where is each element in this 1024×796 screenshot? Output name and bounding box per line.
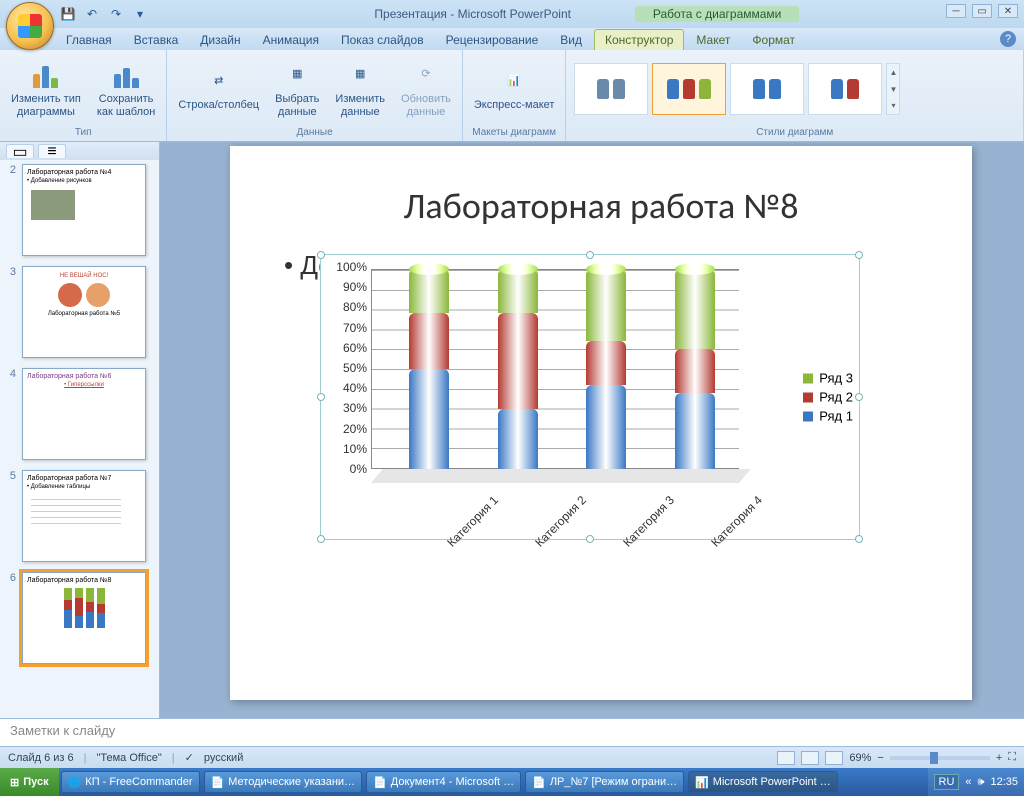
help-icon[interactable]: ? [1000, 31, 1016, 47]
chart-legend: Ряд 3Ряд 2Ряд 1 [803, 367, 853, 428]
task-word3[interactable]: 📄 ЛР_№7 [Режим ограни… [525, 771, 684, 793]
tray-clock[interactable]: 12:35 [990, 776, 1018, 788]
chart-style-2[interactable] [652, 63, 726, 115]
zoom-out-icon[interactable]: − [877, 752, 883, 764]
statusbar: Слайд 6 из 6 | "Тема Office" | ✓ русский… [0, 746, 1024, 768]
window-title: Презентация - Microsoft PowerPoint [374, 7, 571, 21]
save-icon[interactable]: 💾 [60, 6, 76, 22]
tab-chart-layout[interactable]: Макет [686, 30, 740, 50]
gallery-more-button[interactable]: ▲▼▾ [886, 63, 900, 115]
tab-chart-designer[interactable]: Конструктор [594, 29, 684, 50]
tab-review[interactable]: Рецензирование [436, 30, 549, 50]
thumbs-tab-slides[interactable]: ▭ [6, 144, 34, 158]
undo-icon[interactable]: ↶ [84, 6, 100, 22]
tab-view[interactable]: Вид [550, 30, 592, 50]
express-layout-button[interactable]: 📊 Экспресс-макет [467, 62, 562, 115]
task-word1[interactable]: 📄 Методические указани… [204, 771, 363, 793]
windows-icon: ⊞ [10, 776, 19, 789]
thumbs-tab-outline[interactable]: ≡ [38, 144, 66, 158]
tab-insert[interactable]: Вставка [124, 30, 189, 50]
tab-chart-format[interactable]: Формат [742, 30, 805, 50]
refresh-icon: ⟳ [410, 59, 442, 91]
chart-styles-gallery: ▲▼▾ [570, 59, 904, 119]
zoom-level[interactable]: 69% [849, 752, 871, 764]
thumbnail-4[interactable]: Лабораторная работа №6 • Гиперссылки [22, 368, 146, 460]
work-area: ▭ ≡ 2 Лабораторная работа №4• Добавление… [0, 142, 1024, 718]
minimize-button[interactable]: ─ [946, 4, 966, 18]
thumbnails-pane: ▭ ≡ 2 Лабораторная работа №4• Добавление… [0, 142, 160, 718]
fit-window-icon[interactable]: ⛶ [1008, 751, 1016, 764]
status-language[interactable]: русский [204, 752, 243, 764]
zoom-slider[interactable] [890, 756, 990, 760]
chart-style-3[interactable] [730, 63, 804, 115]
status-slide-count: Слайд 6 из 6 [8, 752, 74, 764]
chart-style-4[interactable] [808, 63, 882, 115]
tab-slideshow[interactable]: Показ слайдов [331, 30, 434, 50]
thumbnail-6[interactable]: Лабораторная работа №8 [22, 572, 146, 664]
notes-pane[interactable]: Заметки к слайду [0, 718, 1024, 746]
slide-title[interactable]: Лабораторная работа №8 [230, 184, 972, 228]
chart-plot-area: 0%10%20%30%40%50%60%70%80%90%100%Категор… [371, 269, 739, 483]
ribbon-tabs: Главная Вставка Дизайн Анимация Показ сл… [0, 28, 1024, 50]
restore-button[interactable]: ▭ [972, 4, 992, 18]
refresh-data-button[interactable]: ⟳ Обновить данные [394, 56, 458, 122]
tab-design[interactable]: Дизайн [190, 30, 250, 50]
thumbnail-2[interactable]: Лабораторная работа №4• Добавление рисун… [22, 164, 146, 256]
titlebar: 💾 ↶ ↷ ▾ Презентация - Microsoft PowerPoi… [0, 0, 1024, 28]
group-label-data: Данные [171, 126, 458, 139]
edit-data-button[interactable]: ▦ Изменить данные [328, 56, 392, 122]
status-theme: "Тема Office" [97, 752, 162, 764]
context-title: Работа с диаграммами [635, 6, 800, 22]
tray-language[interactable]: RU [934, 774, 960, 790]
chart-object[interactable]: 0%10%20%30%40%50%60%70%80%90%100%Категор… [320, 254, 860, 540]
quick-access-toolbar: 💾 ↶ ↷ ▾ [60, 6, 148, 22]
save-template-button[interactable]: Сохранить как шаблон [90, 56, 163, 122]
task-word2[interactable]: 📄 Документ4 - Microsoft … [366, 771, 521, 793]
express-layout-icon: 📊 [498, 65, 530, 97]
change-chart-type-button[interactable]: Изменить тип диаграммы [4, 56, 88, 122]
office-button[interactable] [6, 2, 54, 50]
view-sorter-button[interactable] [801, 751, 819, 765]
redo-icon[interactable]: ↷ [108, 6, 124, 22]
switch-row-col-button[interactable]: ⇄ Строка/столбец [171, 62, 266, 115]
edit-data-icon: ▦ [344, 59, 376, 91]
switch-rc-icon: ⇄ [203, 65, 235, 97]
start-button[interactable]: ⊞Пуск [0, 768, 59, 796]
ribbon: Изменить тип диаграммы Сохранить как шаб… [0, 50, 1024, 142]
tray-expand-icon[interactable]: « [965, 776, 971, 788]
view-normal-button[interactable] [777, 751, 795, 765]
save-template-icon [110, 59, 142, 91]
group-label-styles: Стили диаграмм [570, 126, 1019, 139]
tray-volume-icon[interactable]: 🕪 [978, 776, 985, 789]
thumbnail-5[interactable]: Лабораторная работа №7• Добавление табли… [22, 470, 146, 562]
slide-canvas[interactable]: Лабораторная работа №8 Добавление диагра… [230, 146, 972, 700]
tab-animation[interactable]: Анимация [253, 30, 329, 50]
task-freecommander[interactable]: 🌐 КП - FreeCommander [61, 771, 200, 793]
spellcheck-icon[interactable]: ✓ [185, 751, 194, 764]
task-powerpoint[interactable]: 📊 Microsoft PowerPoint … [688, 771, 838, 793]
chart-style-1[interactable] [574, 63, 648, 115]
taskbar: ⊞Пуск 🌐 КП - FreeCommander 📄 Методически… [0, 768, 1024, 796]
qat-menu-icon[interactable]: ▾ [132, 6, 148, 22]
group-label-layouts: Макеты диаграмм [467, 126, 562, 139]
view-slideshow-button[interactable] [825, 751, 843, 765]
slide-editor[interactable]: Лабораторная работа №8 Добавление диагра… [160, 142, 1024, 718]
tab-home[interactable]: Главная [56, 30, 122, 50]
select-data-button[interactable]: ▦ Выбрать данные [268, 56, 326, 122]
select-data-icon: ▦ [281, 59, 313, 91]
close-button[interactable]: ✕ [998, 4, 1018, 18]
chart-type-icon [30, 59, 62, 91]
system-tray: RU « 🕪 12:35 [928, 768, 1024, 796]
thumbnail-3[interactable]: НЕ ВЕШАЙ НОС! Лабораторная работа №5 [22, 266, 146, 358]
group-label-type: Тип [4, 126, 162, 139]
zoom-in-icon[interactable]: + [996, 752, 1002, 764]
